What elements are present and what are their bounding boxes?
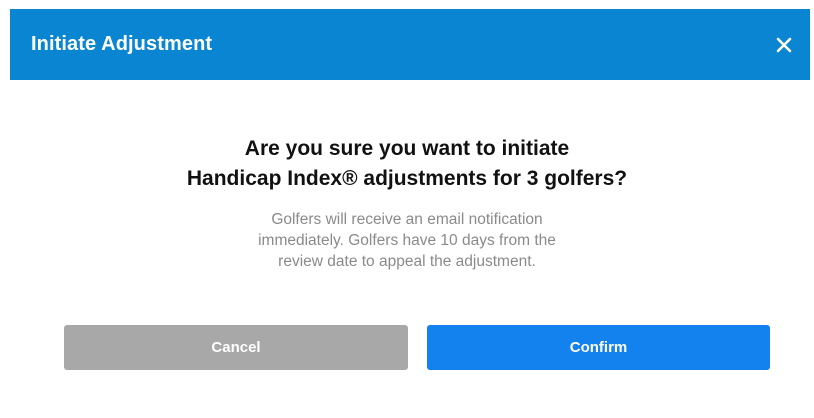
notification-note: Golfers will receive an email notificati…: [0, 209, 814, 272]
dialog-title: Initiate Adjustment: [31, 33, 213, 55]
confirm-button[interactable]: Confirm: [427, 325, 770, 370]
initiate-adjustment-dialog: Initiate Adjustment Are you sure you wan…: [0, 0, 814, 418]
close-button[interactable]: [772, 33, 796, 57]
confirmation-question: Are you sure you want to initiate Handic…: [0, 134, 814, 194]
confirm-button-label: Confirm: [569, 339, 628, 356]
note-line-2: immediately. Golfers have 10 days from t…: [258, 232, 556, 249]
question-line-1: Are you sure you want to initiate: [244, 137, 570, 160]
dialog-header: Initiate Adjustment: [10, 9, 810, 80]
close-icon: [776, 37, 792, 52]
cancel-button-label: Cancel: [211, 339, 261, 356]
note-line-1: Golfers will receive an email notificati…: [271, 211, 543, 228]
note-line-3: review date to appeal the adjustment.: [278, 253, 536, 270]
question-line-2: Handicap Index® adjustments for 3 golfer…: [186, 167, 628, 190]
cancel-button[interactable]: Cancel: [64, 325, 408, 370]
